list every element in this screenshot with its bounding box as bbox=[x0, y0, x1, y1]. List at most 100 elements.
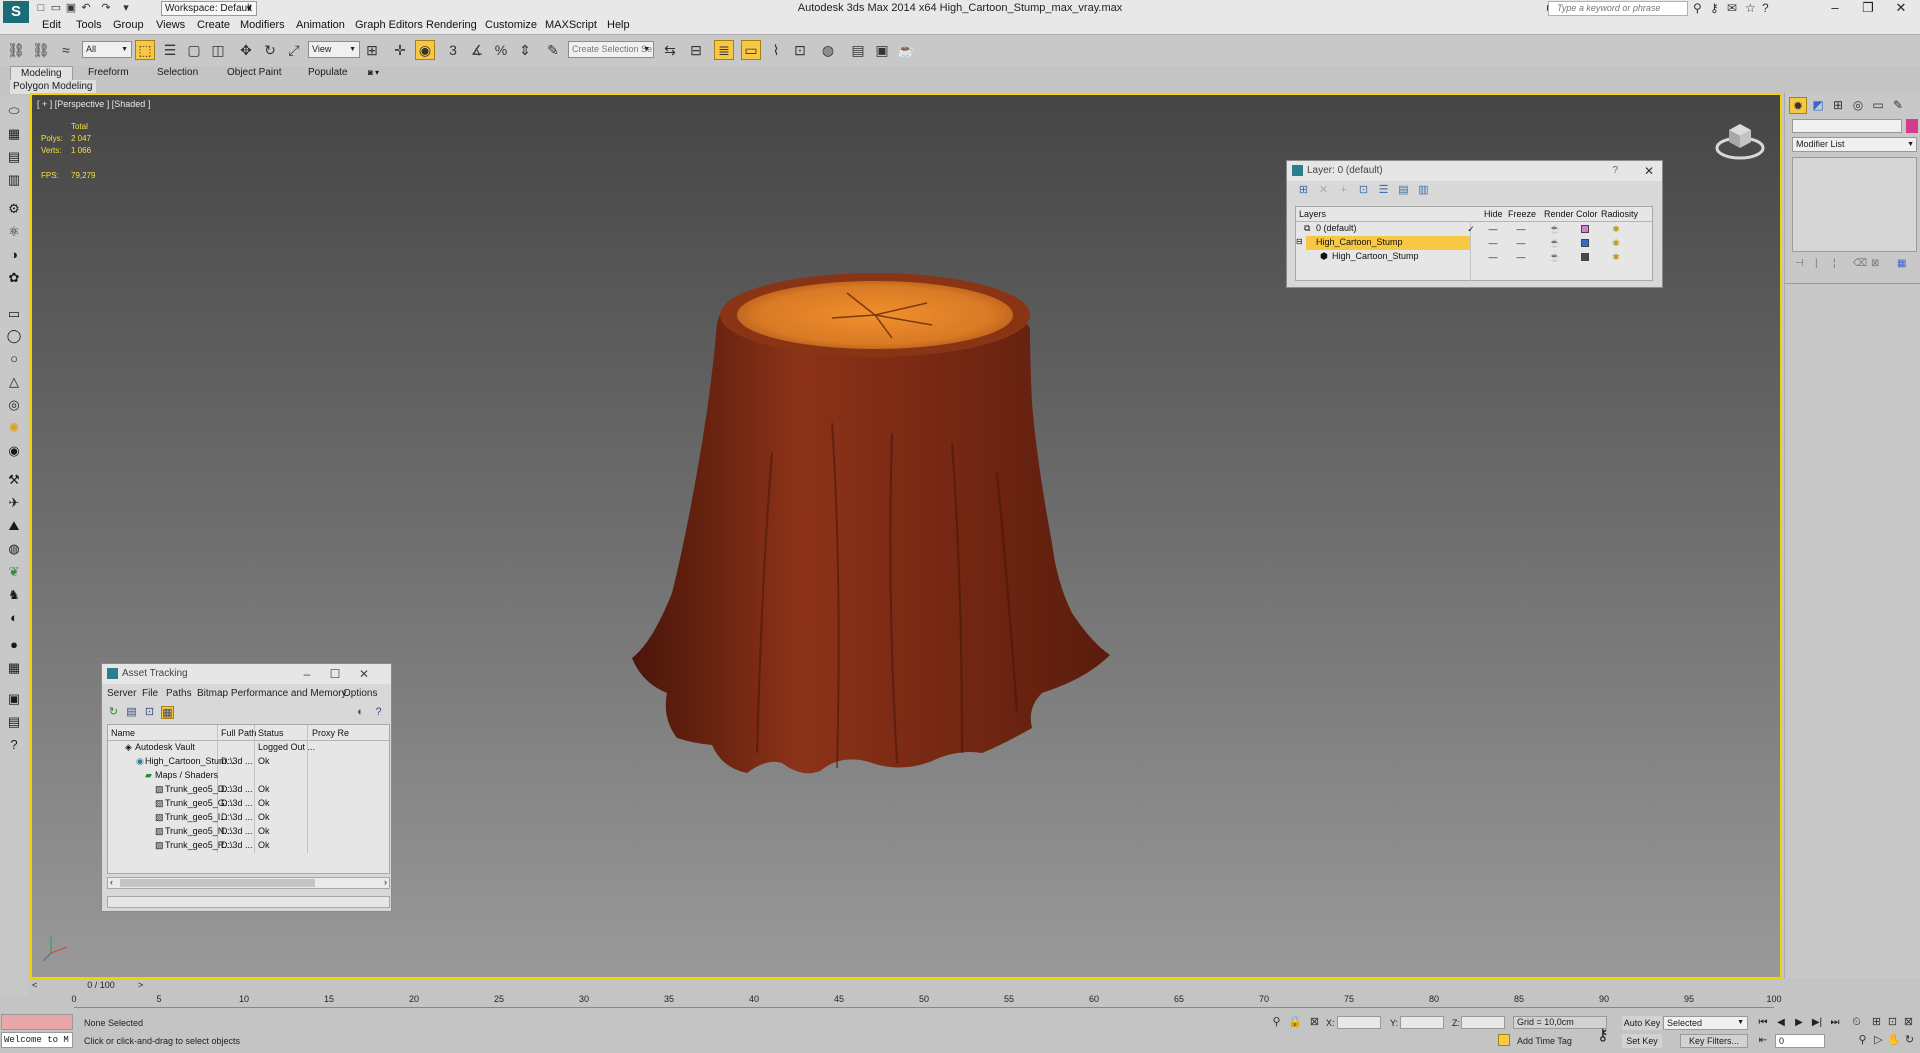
z-coordinate-field[interactable] bbox=[1461, 1016, 1505, 1029]
scroll-thumb[interactable] bbox=[120, 879, 315, 887]
align-icon[interactable]: ⊟ bbox=[686, 40, 706, 60]
save-file-icon[interactable]: ▣ bbox=[65, 2, 77, 14]
time-slider[interactable]: < 0 / 100 > bbox=[30, 980, 1782, 991]
configure-sets-icon[interactable]: ⊠ bbox=[1871, 258, 1879, 269]
character-icon[interactable]: ♞ bbox=[5, 586, 23, 604]
zoom-icon[interactable]: ⚲ bbox=[1856, 1034, 1869, 1047]
show-end-result-icon[interactable]: | bbox=[1815, 258, 1818, 269]
undo-icon[interactable]: ↶ bbox=[80, 2, 92, 14]
snaps-toggle-icon[interactable]: 3 bbox=[443, 40, 463, 60]
menu-modifiers[interactable]: Modifiers bbox=[240, 19, 285, 31]
redo-icon[interactable]: ↷ bbox=[100, 2, 112, 14]
angle-snap-icon[interactable]: ∡ bbox=[467, 40, 487, 60]
add-time-tag-button[interactable]: Add Time Tag bbox=[1517, 1036, 1572, 1046]
menu-maxscript[interactable]: MAXScript bbox=[545, 19, 597, 31]
menu-create[interactable]: Create bbox=[197, 19, 230, 31]
favorites-star-icon[interactable]: ☆ bbox=[1745, 2, 1756, 14]
time-config-icon[interactable]: ⏲ bbox=[1850, 1016, 1863, 1029]
layer-color-swatch[interactable] bbox=[1581, 253, 1589, 261]
table-view-icon[interactable]: ▦ bbox=[161, 706, 174, 719]
object-color-swatch[interactable] bbox=[1906, 119, 1918, 133]
slider-next-icon[interactable]: > bbox=[138, 980, 143, 990]
minimize-icon[interactable]: – bbox=[1820, 0, 1850, 17]
display-tab-icon[interactable]: ▭ bbox=[1869, 97, 1887, 114]
isolate-icon[interactable]: ⚲ bbox=[1270, 1016, 1283, 1029]
layer-dialog-title-bar[interactable]: Layer: 0 (default) ? ✕ bbox=[1287, 161, 1662, 181]
asset-dialog-title-bar[interactable]: Asset Tracking – ☐ ✕ bbox=[102, 664, 391, 684]
menu-server[interactable]: Server bbox=[107, 688, 136, 699]
render-setup-icon[interactable]: ▤ bbox=[848, 40, 868, 60]
col-name[interactable]: Name bbox=[111, 728, 135, 738]
col-radiosity[interactable]: Radiosity bbox=[1601, 209, 1638, 219]
communication-icon[interactable]: ✉ bbox=[1727, 2, 1737, 14]
render-production-icon[interactable]: ☕ bbox=[896, 40, 916, 60]
viewcube-icon[interactable] bbox=[1715, 117, 1765, 163]
modify-selection-icon[interactable]: ▦ bbox=[5, 125, 23, 143]
camera-icon[interactable]: ◉ bbox=[5, 442, 23, 460]
mirror-icon[interactable]: ⇆ bbox=[660, 40, 680, 60]
render-teapot-icon[interactable]: ☕ bbox=[1548, 251, 1562, 263]
project-folder-icon[interactable]: ▾ bbox=[120, 2, 132, 14]
selection-filter-dropdown[interactable]: All ▼ bbox=[82, 41, 132, 58]
zoom-extents-all-icon[interactable]: ⊠ bbox=[1902, 1016, 1915, 1029]
menu-tools[interactable]: Tools bbox=[76, 19, 102, 31]
asset-row[interactable]: ▧ Trunk_geo5_N... D:\3d ... Ok bbox=[108, 825, 389, 839]
asset-row[interactable]: ▧ Trunk_geo5_G... D:\3d ... Ok bbox=[108, 797, 389, 811]
help-search-input[interactable]: Type a keyword or phrase bbox=[1548, 1, 1688, 16]
move-icon[interactable]: ✥ bbox=[236, 40, 256, 60]
col-layers[interactable]: Layers bbox=[1299, 209, 1326, 219]
restore-icon[interactable]: ❐ bbox=[1853, 0, 1883, 17]
material-sphere-icon[interactable]: ◐ bbox=[5, 609, 23, 627]
menu-bitmap-performance[interactable]: Bitmap Performance and Memory bbox=[197, 688, 347, 699]
unlink-icon[interactable]: ⛓ bbox=[31, 40, 51, 60]
next-frame-icon[interactable]: ▶| bbox=[1810, 1016, 1824, 1030]
field-of-view-icon[interactable]: ▷ bbox=[1872, 1034, 1885, 1047]
display-icon[interactable]: ▣ bbox=[5, 690, 23, 708]
menu-graph-editors[interactable]: Graph Editors bbox=[355, 19, 423, 31]
key-mode-toggle-icon[interactable]: ⇤ bbox=[1756, 1034, 1770, 1048]
render-teapot-icon[interactable]: ☕ bbox=[1548, 237, 1562, 249]
previous-frame-icon[interactable]: ◀ bbox=[1774, 1016, 1788, 1030]
bind-space-warp-icon[interactable]: ≈ bbox=[56, 40, 76, 60]
col-full-path[interactable]: Full Path bbox=[221, 728, 257, 738]
select-in-layer-icon[interactable]: ⊡ bbox=[1357, 184, 1370, 197]
freeze-toggle[interactable]: — bbox=[1514, 251, 1528, 263]
helpers-icon[interactable]: ⚒ bbox=[5, 471, 23, 489]
slider-prev-icon[interactable]: < bbox=[32, 980, 37, 990]
menu-help[interactable]: Help bbox=[607, 19, 630, 31]
zoom-extents-icon[interactable]: ⊡ bbox=[1886, 1016, 1899, 1029]
menu-group[interactable]: Group bbox=[113, 19, 144, 31]
list-view-icon[interactable]: ▤ bbox=[125, 706, 138, 719]
workspace-dropdown[interactable]: Workspace: Default ▼ bbox=[161, 1, 257, 16]
set-key-icon[interactable]: ⚷ bbox=[1597, 1025, 1609, 1045]
polygon-modeling-panel[interactable]: Polygon Modeling bbox=[10, 80, 96, 94]
menu-rendering[interactable]: Rendering bbox=[426, 19, 477, 31]
time-slider-label[interactable]: 0 / 100 bbox=[76, 980, 126, 991]
create-layer-icon[interactable]: ⊞ bbox=[1297, 184, 1310, 197]
hierarchy-tab-icon[interactable]: ⊞ bbox=[1829, 97, 1847, 114]
help-icon[interactable]: ? bbox=[1762, 2, 1769, 14]
cone-icon[interactable]: △ bbox=[5, 373, 23, 391]
layer-manager-icon[interactable]: ≣ bbox=[714, 40, 734, 60]
cylinder-icon[interactable]: ○ bbox=[5, 350, 23, 368]
window-crossing-icon[interactable]: ◫ bbox=[208, 40, 228, 60]
freeze-all-icon[interactable]: ▥ bbox=[1417, 184, 1430, 197]
sphere-icon[interactable]: ◯ bbox=[5, 327, 23, 345]
toggle-ribbon-icon[interactable]: ▭ bbox=[741, 40, 761, 60]
align-view-icon[interactable]: ◑ bbox=[5, 246, 23, 264]
reference-coord-dropdown[interactable]: View ▼ bbox=[308, 41, 360, 58]
y-coordinate-field[interactable] bbox=[1400, 1016, 1444, 1029]
hide-toggle[interactable]: — bbox=[1486, 223, 1500, 235]
menu-edit[interactable]: Edit bbox=[42, 19, 61, 31]
ribbon-options-icon[interactable]: ◙ ▾ bbox=[358, 66, 389, 80]
named-selection-dropdown[interactable]: Create Selection Se ▼ bbox=[568, 41, 654, 58]
col-proxy-resolution[interactable]: Proxy Re bbox=[312, 728, 349, 738]
radiosity-icon[interactable]: ✱ bbox=[1609, 251, 1623, 263]
scroll-right-icon[interactable]: › bbox=[384, 877, 387, 887]
select-manipulate-icon[interactable]: ✛ bbox=[390, 40, 410, 60]
make-unique-icon[interactable]: ¦ bbox=[1833, 258, 1836, 269]
object-name-input[interactable] bbox=[1792, 119, 1902, 133]
hide-toggle[interactable]: — bbox=[1486, 237, 1500, 249]
auto-key-button[interactable]: Auto Key bbox=[1622, 1016, 1662, 1030]
collapse-icon[interactable]: ⊟ bbox=[1296, 237, 1303, 246]
